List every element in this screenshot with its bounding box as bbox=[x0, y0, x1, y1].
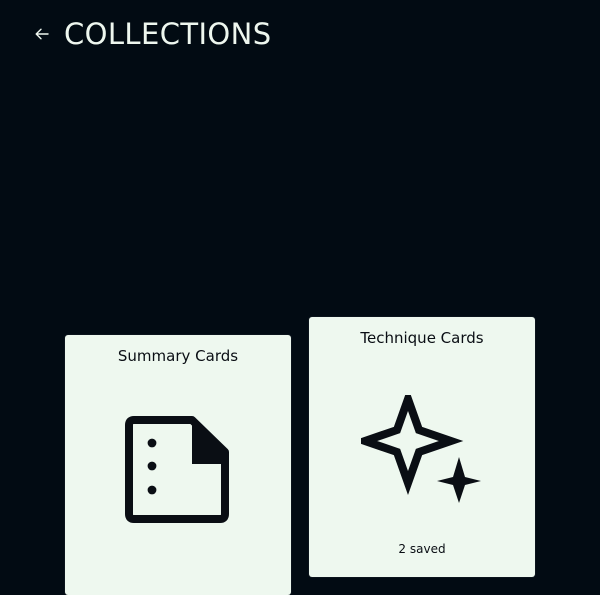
sparkles-icon bbox=[361, 395, 481, 503]
back-button[interactable] bbox=[32, 24, 52, 44]
card-count: 2 saved bbox=[398, 542, 446, 556]
collection-card-technique[interactable]: Technique Cards 2 saved bbox=[309, 317, 535, 577]
arrow-left-icon bbox=[35, 28, 49, 40]
document-list-icon bbox=[125, 416, 229, 523]
page-title: COLLECTIONS bbox=[64, 17, 272, 51]
card-title: Summary Cards bbox=[117, 347, 239, 365]
collection-card-summary[interactable]: Summary Cards bbox=[65, 335, 291, 595]
page-header: COLLECTIONS bbox=[32, 16, 272, 52]
card-title: Technique Cards bbox=[360, 329, 484, 347]
